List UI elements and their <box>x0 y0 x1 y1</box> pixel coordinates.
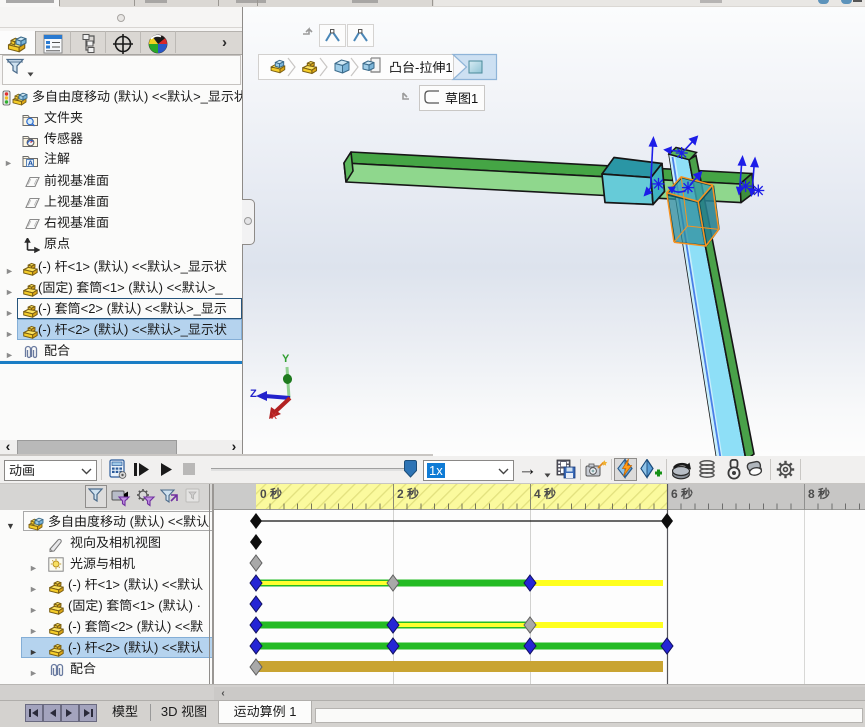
svg-text:草图1: 草图1 <box>445 91 478 106</box>
svg-text:2 秒: 2 秒 <box>397 487 419 501</box>
svg-text:Z: Z <box>250 388 257 400</box>
svg-text:Y: Y <box>282 353 290 365</box>
svg-text:0 秒: 0 秒 <box>260 487 282 501</box>
svg-text:A: A <box>28 159 34 168</box>
svg-text:6 秒: 6 秒 <box>671 487 693 501</box>
svg-text:凸台-拉伸1: 凸台-拉伸1 <box>389 60 453 75</box>
svg-text:4 秒: 4 秒 <box>534 487 556 501</box>
svg-text:8 秒: 8 秒 <box>808 487 830 501</box>
svg-text:x: x <box>271 408 277 422</box>
